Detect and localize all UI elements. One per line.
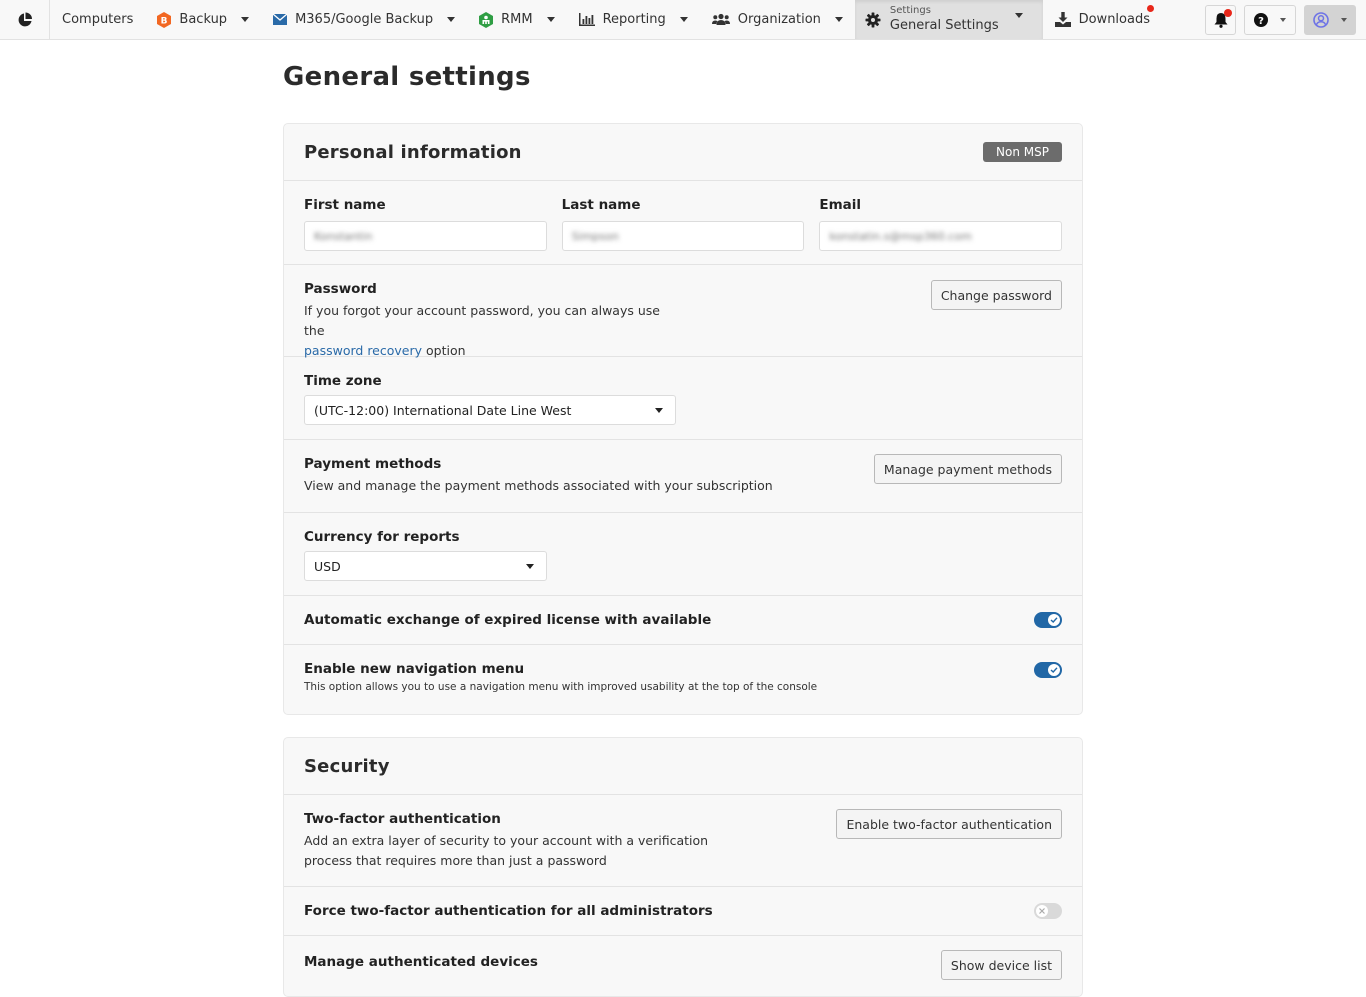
force-2fa-row: Force two-factor authentication for all … [284,887,1082,936]
rmm-icon [479,11,494,28]
page-title: General settings [283,62,531,92]
chevron-down-icon [546,17,555,22]
chevron-down-icon [655,407,663,413]
password-row: Password If you forgot your account pass… [284,265,1082,358]
auto-exchange-toggle[interactable] [1034,612,1062,628]
authenticated-devices-row: Manage authenticated devices Show device… [284,936,1082,996]
nav-downloads-label: Downloads [1078,12,1150,27]
change-password-button[interactable]: Change password [930,280,1062,310]
last-name-label: Last name [561,197,641,213]
check-icon [1050,667,1058,673]
chevron-down-icon [447,17,456,22]
bar-chart-icon [578,13,595,26]
first-name-input[interactable]: Konstantin [304,221,547,251]
download-icon [1054,12,1071,27]
downloads-notification-dot [1147,5,1154,12]
auto-exchange-row: Automatic exchange of expired license wi… [284,596,1082,645]
nav-downloads[interactable]: Downloads [1043,0,1162,39]
force-2fa-toggle[interactable] [1034,903,1062,919]
last-name-input[interactable]: Simpson [561,221,805,251]
auto-exchange-label: Automatic exchange of expired license wi… [304,612,712,628]
top-navigation: Computers B Backup M365/Google Backup RM… [0,0,1366,40]
currency-row: Currency for reports USD [284,513,1082,596]
personal-information-title: Personal information [304,141,522,163]
nav-m365-label: M365/Google Backup [295,12,434,27]
nav-settings-label: General Settings [889,18,999,34]
help-menu-button[interactable]: ? [1244,4,1296,35]
security-title: Security [304,755,390,777]
show-device-list-button[interactable]: Show device list [940,950,1062,980]
pie-chart-logo-icon [18,12,32,26]
check-icon [1050,617,1058,623]
manage-payment-methods-button[interactable]: Manage payment methods [873,454,1062,484]
currency-select[interactable]: USD [304,551,547,581]
new-navigation-description: This option allows you to use a navigati… [304,681,818,693]
password-description: If you forgot your account password, you… [304,303,660,358]
help-circle-icon: ? [1254,12,1268,27]
users-icon [711,13,730,26]
first-name-label: First name [304,197,386,213]
two-factor-row: Two-factor authentication Add an extra l… [284,795,1082,887]
svg-text:B: B [161,16,168,26]
chevron-down-icon [679,17,688,22]
chevron-down-icon [241,17,250,22]
payment-methods-row: Payment methods View and manage the paym… [284,440,1082,513]
svg-text:?: ? [1258,16,1264,27]
nav-organization[interactable]: Organization [700,0,855,39]
time-zone-select[interactable]: (UTC-12:00) International Date Line West [304,395,676,425]
account-type-badge: Non MSP [983,142,1062,162]
x-icon [1039,908,1045,914]
nav-backup[interactable]: B Backup [145,0,261,39]
currency-label: Currency for reports [304,529,460,545]
new-navigation-label: Enable new navigation menu [304,661,525,677]
enable-two-factor-button[interactable]: Enable two-factor authentication [836,809,1062,839]
new-navigation-row: Enable new navigation menu This option a… [284,645,1082,714]
chevron-down-icon [834,17,843,22]
chevron-down-icon [1280,17,1286,22]
chevron-down-icon [1341,17,1347,22]
password-recovery-link[interactable]: password recovery [304,343,422,358]
main-content: General settings Personal information No… [283,40,1083,997]
nav-settings-section: Settings [889,5,931,17]
nav-reporting[interactable]: Reporting [567,0,700,39]
new-navigation-toggle[interactable] [1034,662,1062,678]
nav-computers-label: Computers [62,12,134,27]
user-menu-button[interactable] [1304,4,1356,35]
nav-computers[interactable]: Computers [50,0,145,39]
user-avatar-icon [1313,11,1329,28]
email-input[interactable]: konstatin.s@msp360.com [819,221,1063,251]
logo[interactable] [0,0,50,39]
backup-hex-icon: B [157,11,172,28]
gear-icon [865,12,881,28]
nav-settings[interactable]: Settings General Settings [854,0,1043,39]
email-label: Email [819,197,861,213]
chevron-down-icon [526,563,534,569]
notifications-dot [1224,8,1232,17]
nav-organization-label: Organization [737,12,821,27]
security-card: Security Two-factor authentication Add a… [283,737,1083,997]
nav-m365-google-backup[interactable]: M365/Google Backup [261,0,467,39]
personal-information-card: Personal information Non MSP First name … [283,123,1083,715]
nav-rmm-label: RMM [501,12,533,27]
notifications-button[interactable] [1205,4,1236,35]
nav-backup-label: Backup [179,12,228,27]
time-zone-row: Time zone (UTC-12:00) International Date… [284,357,1082,440]
name-email-row: First name Konstantin Last name Simpson … [284,181,1082,265]
chevron-down-icon [1014,13,1023,18]
nav-reporting-label: Reporting [602,12,666,27]
envelope-icon [273,14,288,25]
force-2fa-label: Force two-factor authentication for all … [304,903,713,919]
time-zone-label: Time zone [304,373,382,389]
nav-rmm[interactable]: RMM [467,0,566,39]
